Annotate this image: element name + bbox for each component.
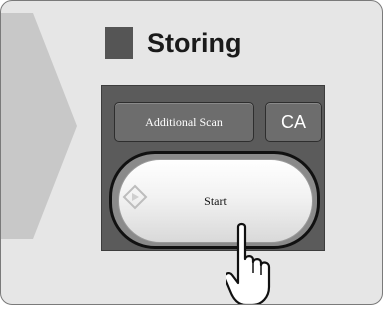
diamond-start-icon bbox=[122, 184, 148, 210]
arrow-indicator-icon bbox=[1, 13, 77, 239]
additional-scan-button[interactable]: Additional Scan bbox=[114, 102, 254, 142]
pointing-hand-icon bbox=[226, 222, 271, 304]
instruction-frame: Storing Additional Scan CA Start bbox=[0, 0, 383, 305]
title-marker bbox=[105, 27, 133, 59]
ca-button[interactable]: CA bbox=[265, 102, 322, 142]
start-label: Start bbox=[204, 193, 227, 208]
page-title: Storing bbox=[147, 28, 242, 58]
